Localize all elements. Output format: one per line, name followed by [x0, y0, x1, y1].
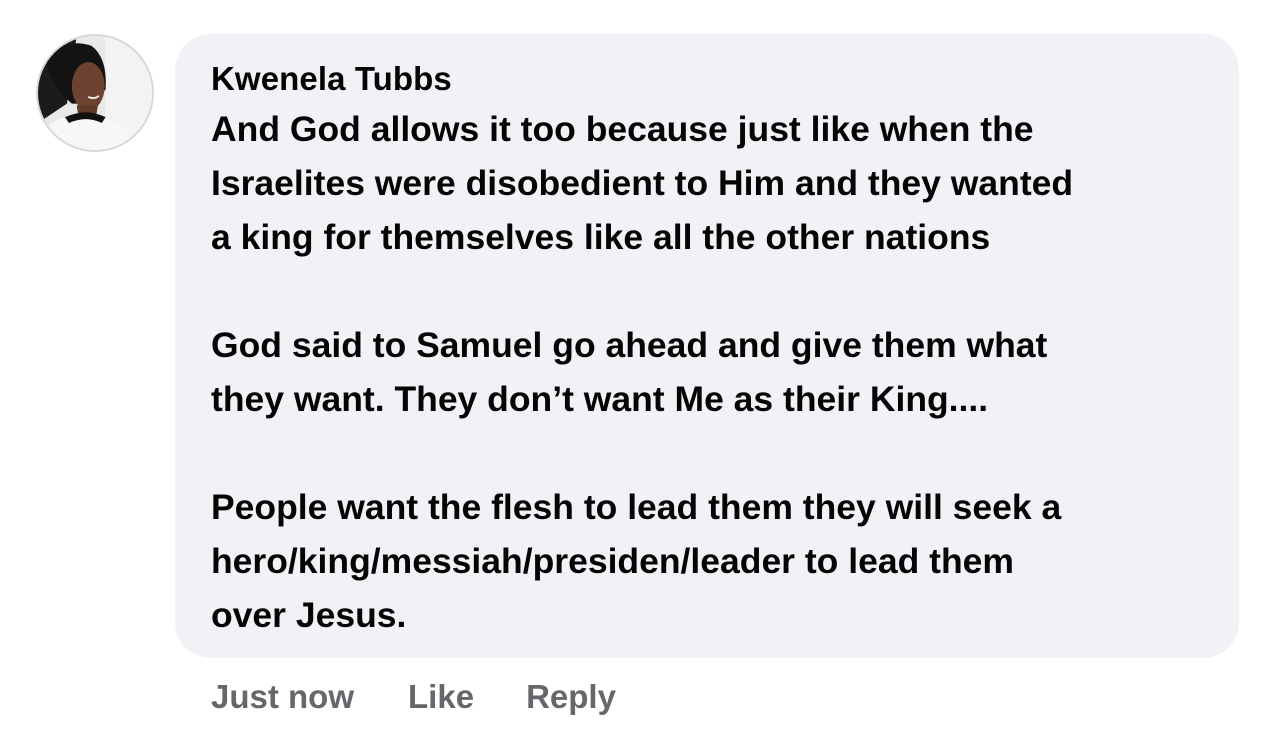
comment-text-line: People want the flesh to lead them they …: [211, 487, 1062, 527]
avatar[interactable]: [36, 34, 154, 152]
comment-text-line: hero/king/messiah/presiden/leader to lea…: [211, 541, 1014, 581]
comment-actions: Just now Like Reply: [211, 672, 616, 722]
like-button[interactable]: Like: [408, 678, 474, 716]
comment-text-line: Israelites were disobedient to Him and t…: [211, 163, 1074, 203]
comment-text-line: And God allows it too because just like …: [211, 109, 1034, 149]
comment-text-line: a king for themselves like all the other…: [211, 217, 991, 257]
comment-paragraph: And God allows it too because just like …: [211, 102, 1203, 264]
comment-bubble: Kwenela Tubbs And God allows it too beca…: [175, 34, 1239, 658]
comment: Kwenela Tubbs And God allows it too beca…: [0, 0, 1284, 739]
comment-author[interactable]: Kwenela Tubbs: [211, 56, 1203, 102]
avatar-photo: [38, 36, 152, 150]
comment-timestamp: Just now: [211, 678, 355, 715]
comment-text-line: God said to Samuel go ahead and give the…: [211, 325, 1048, 365]
comment-text-line: they want. They don’t want Me as their K…: [211, 379, 989, 419]
comment-text-line: over Jesus.: [211, 595, 407, 635]
comment-paragraph: God said to Samuel go ahead and give the…: [211, 318, 1203, 426]
comment-paragraph: People want the flesh to lead them they …: [211, 480, 1203, 642]
reply-button[interactable]: Reply: [526, 678, 616, 716]
